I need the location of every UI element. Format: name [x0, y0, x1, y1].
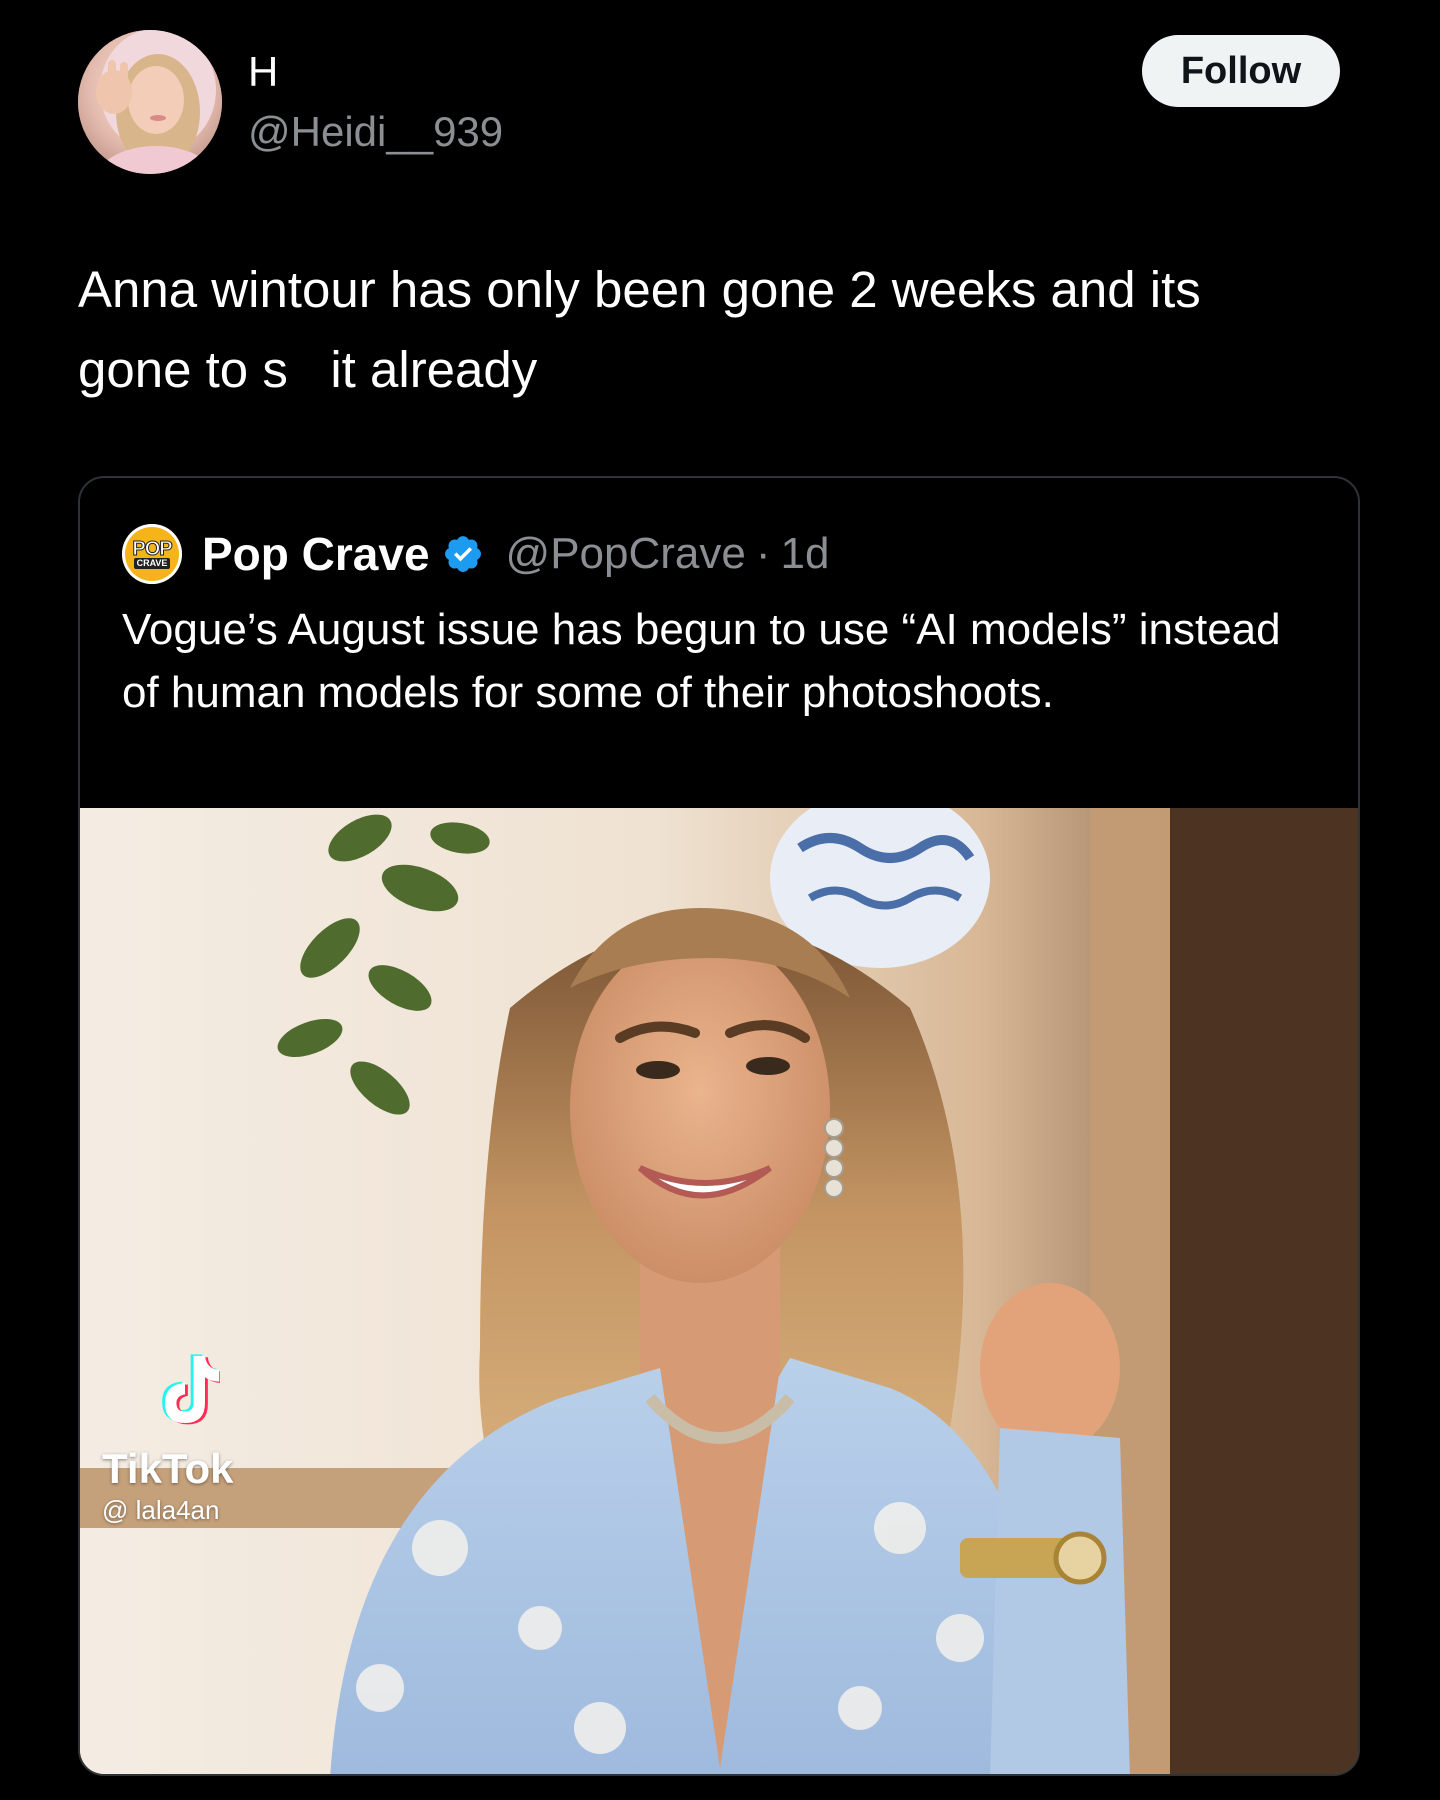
tiktok-watermark: TikTok @ lala4an — [102, 1353, 302, 1526]
popcrave-logo-bottom: CRAVE — [133, 557, 171, 569]
tiktok-brand: TikTok — [102, 1445, 234, 1492]
tiktok-logo-icon — [162, 1354, 220, 1425]
tweet-text: Anna wintour has only been gone 2 weeks … — [78, 261, 1201, 398]
quoted-tweet-text: Vogue’s August issue has begun to use “A… — [122, 605, 1281, 717]
quoted-tweet-header: POP CRAVE Pop Crave @PopCrave · 1d — [122, 524, 829, 584]
quoted-author-name[interactable]: Pop Crave — [202, 527, 430, 581]
author-handle[interactable]: @Heidi__939 — [248, 108, 503, 156]
popcrave-avatar[interactable]: POP CRAVE — [122, 524, 182, 584]
author-name[interactable]: H — [248, 48, 278, 96]
tiktok-username: @ lala4an — [102, 1495, 220, 1525]
follow-button[interactable]: Follow — [1142, 35, 1340, 107]
quoted-timestamp[interactable]: 1d — [781, 529, 830, 579]
popcrave-logo-top: POP — [132, 537, 173, 560]
quoted-tweet-card[interactable]: POP CRAVE Pop Crave @PopCrave · 1d Vogue… — [78, 476, 1360, 1776]
photo-image — [80, 808, 1358, 1774]
verified-badge-icon — [444, 536, 481, 572]
avatar-image — [78, 30, 222, 174]
author-avatar[interactable] — [78, 30, 222, 174]
quoted-author-handle[interactable]: @PopCrave — [506, 529, 746, 579]
tweet-header: H @Heidi__939 Follow — [78, 30, 1340, 180]
quoted-tweet-photo[interactable]: TikTok @ lala4an — [80, 808, 1358, 1774]
meta-separator: · — [755, 529, 771, 578]
